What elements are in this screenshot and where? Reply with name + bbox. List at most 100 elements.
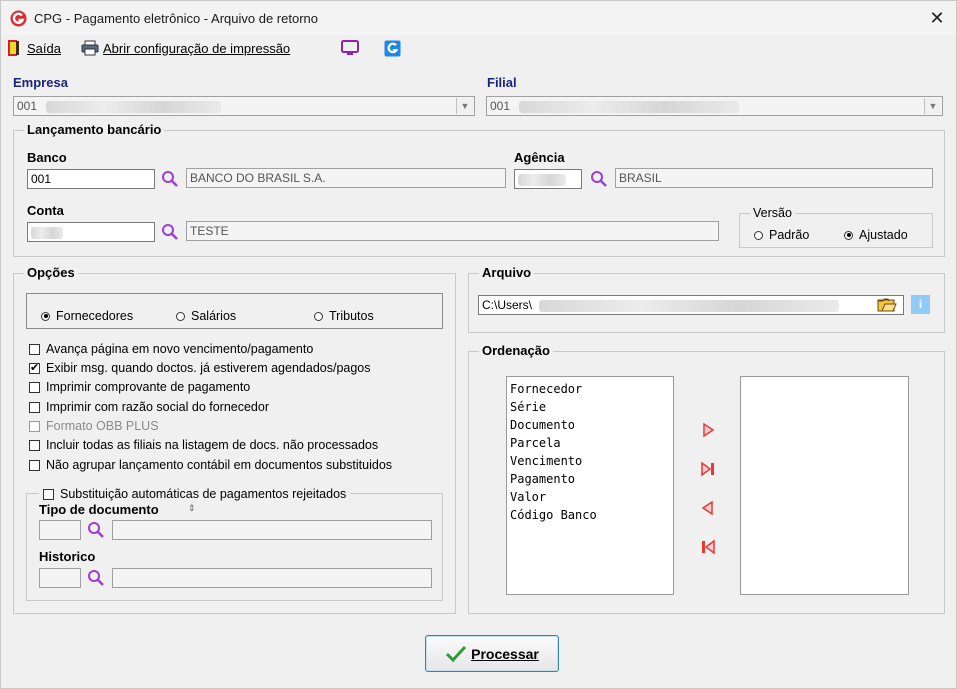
checkbox-box xyxy=(43,488,54,500)
fornecedores-label: Fornecedores xyxy=(56,309,134,323)
close-button[interactable]: ✕ xyxy=(925,6,949,30)
filial-dropdown-icon[interactable]: ▼ xyxy=(924,98,941,114)
versao-ajustado-dot xyxy=(844,230,853,240)
monitor-icon xyxy=(341,40,359,55)
checkbox-box xyxy=(29,439,40,451)
arquivo-path-input[interactable]: C:\Users\ xyxy=(478,295,904,315)
selected-fields-list[interactable] xyxy=(740,376,909,595)
versao-label: Versão xyxy=(750,206,795,220)
versao-padrao-radio[interactable]: Padrão xyxy=(754,228,809,242)
app-logo-icon xyxy=(10,10,27,27)
checkbox-avanca-pagina[interactable]: Avança página em novo vencimento/pagamen… xyxy=(29,342,313,356)
brand-g-icon xyxy=(384,40,401,56)
historico-search-icon[interactable] xyxy=(86,568,106,588)
fornecedores-dot xyxy=(41,311,50,321)
arquivo-path-redacted xyxy=(539,299,840,312)
checkbox-imprimir-comprovante[interactable]: Imprimir comprovante de pagamento xyxy=(29,380,250,394)
checkbox-label: Não agrupar lançamento contábil em docum… xyxy=(46,458,393,472)
available-fields-list[interactable]: Fornecedor Série Documento Parcela Venci… xyxy=(506,376,674,595)
print-config-button[interactable]: Abrir configuração de impressão xyxy=(81,38,290,58)
checkbox-box xyxy=(29,459,40,471)
list-item[interactable]: Documento xyxy=(507,416,673,434)
arquivo-path-text: C:\Users\ xyxy=(482,298,533,312)
checkbox-formato-obb: Formato OBB PLUS xyxy=(29,419,159,433)
checkbox-box-checked: ✔ xyxy=(29,361,40,374)
agencia-name-field: BRASIL xyxy=(615,168,933,188)
checkbox-box xyxy=(29,401,40,413)
versao-ajustado-radio[interactable]: Ajustado xyxy=(844,228,908,242)
move-all-left-icon[interactable] xyxy=(700,539,716,555)
checkbox-label: Imprimir comprovante de pagamento xyxy=(46,380,251,394)
open-folder-icon[interactable] xyxy=(877,297,897,313)
checkmark-icon xyxy=(446,645,467,662)
brand-g-button[interactable] xyxy=(384,38,401,58)
info-icon[interactable]: i xyxy=(911,295,930,314)
print-config-label: Abrir configuração de impressão xyxy=(103,40,291,56)
agencia-code-input[interactable] xyxy=(514,169,582,189)
list-item[interactable]: Pagamento xyxy=(507,470,673,488)
tributos-radio[interactable]: Tributos xyxy=(314,309,374,323)
filial-redacted xyxy=(519,100,740,113)
move-right-icon[interactable] xyxy=(700,422,716,438)
filial-label: Filial xyxy=(487,75,517,90)
title-bar: CPG - Pagamento eletrônico - Arquivo de … xyxy=(1,1,956,35)
exit-label: Saída xyxy=(27,40,61,56)
agencia-search-icon[interactable] xyxy=(589,169,609,189)
move-left-icon[interactable] xyxy=(700,500,716,516)
lancamento-group-label: Lançamento bancário xyxy=(24,122,165,137)
empresa-redacted xyxy=(46,100,222,113)
ordenacao-group-label: Ordenação xyxy=(479,343,553,358)
list-item[interactable]: Fornecedor xyxy=(507,380,673,398)
move-all-right-icon[interactable] xyxy=(700,461,716,477)
checkbox-nao-agrupar[interactable]: Não agrupar lançamento contábil em docum… xyxy=(29,458,392,472)
processar-button[interactable]: Processar xyxy=(425,635,559,672)
tipo-documento-desc xyxy=(112,520,432,540)
conta-code-input[interactable] xyxy=(27,222,155,242)
historico-code[interactable] xyxy=(39,568,81,588)
salarios-radio[interactable]: Salários xyxy=(176,309,236,323)
sort-indicator-icon: ⇕ xyxy=(188,503,196,513)
tipo-documento-label: Tipo de documento xyxy=(39,502,159,517)
filial-select[interactable]: 001 ▼ xyxy=(486,96,943,116)
versao-ajustado-label: Ajustado xyxy=(859,228,908,242)
tributos-dot xyxy=(314,311,323,321)
empresa-select[interactable]: 001 ▼ xyxy=(13,96,475,116)
conta-label: Conta xyxy=(27,203,64,218)
fornecedores-radio[interactable]: Fornecedores xyxy=(41,309,133,323)
list-item[interactable]: Código Banco xyxy=(507,506,673,524)
salarios-dot xyxy=(176,311,185,321)
banco-label: Banco xyxy=(27,150,67,165)
arquivo-group-label: Arquivo xyxy=(479,265,535,280)
banco-code-input[interactable]: 001 xyxy=(27,169,155,189)
checkbox-incluir-filiais[interactable]: Incluir todas as filiais na listagem de … xyxy=(29,438,378,452)
versao-padrao-label: Padrão xyxy=(769,228,810,242)
tipo-documento-code[interactable] xyxy=(39,520,81,540)
exit-door-icon xyxy=(8,40,19,56)
list-item[interactable]: Série xyxy=(507,398,673,416)
toolbar: Saída Abrir configuração de impressão xyxy=(1,35,956,61)
filial-code: 001 xyxy=(490,99,511,113)
tributos-label: Tributos xyxy=(329,309,374,323)
historico-desc xyxy=(112,568,432,588)
tipo-documento-search-icon[interactable] xyxy=(86,520,106,540)
list-item[interactable]: Parcela xyxy=(507,434,673,452)
monitor-button[interactable] xyxy=(340,38,360,58)
exit-button[interactable]: Saída xyxy=(7,38,61,58)
banco-search-icon[interactable] xyxy=(160,169,180,189)
agencia-redacted xyxy=(518,173,566,186)
checkbox-box xyxy=(29,343,40,355)
window-title: CPG - Pagamento eletrônico - Arquivo de … xyxy=(34,11,318,26)
list-item[interactable]: Valor xyxy=(507,488,673,506)
app-window: CPG - Pagamento eletrônico - Arquivo de … xyxy=(0,0,957,689)
checkbox-label: Formato OBB PLUS xyxy=(46,419,159,433)
conta-redacted xyxy=(31,226,63,239)
salarios-label: Salários xyxy=(191,309,237,323)
checkbox-razao-social[interactable]: Imprimir com razão social do fornecedor xyxy=(29,400,269,414)
checkbox-exibir-msg[interactable]: ✔ Exibir msg. quando doctos. já estiverem… xyxy=(29,361,371,375)
agencia-label: Agência xyxy=(514,150,565,165)
printer-icon xyxy=(81,40,99,56)
list-item[interactable]: Vencimento xyxy=(507,452,673,470)
checkbox-substituicao[interactable]: Substituição automáticas de pagamentos r… xyxy=(39,487,351,501)
empresa-dropdown-icon[interactable]: ▼ xyxy=(456,98,473,114)
conta-search-icon[interactable] xyxy=(160,222,180,242)
